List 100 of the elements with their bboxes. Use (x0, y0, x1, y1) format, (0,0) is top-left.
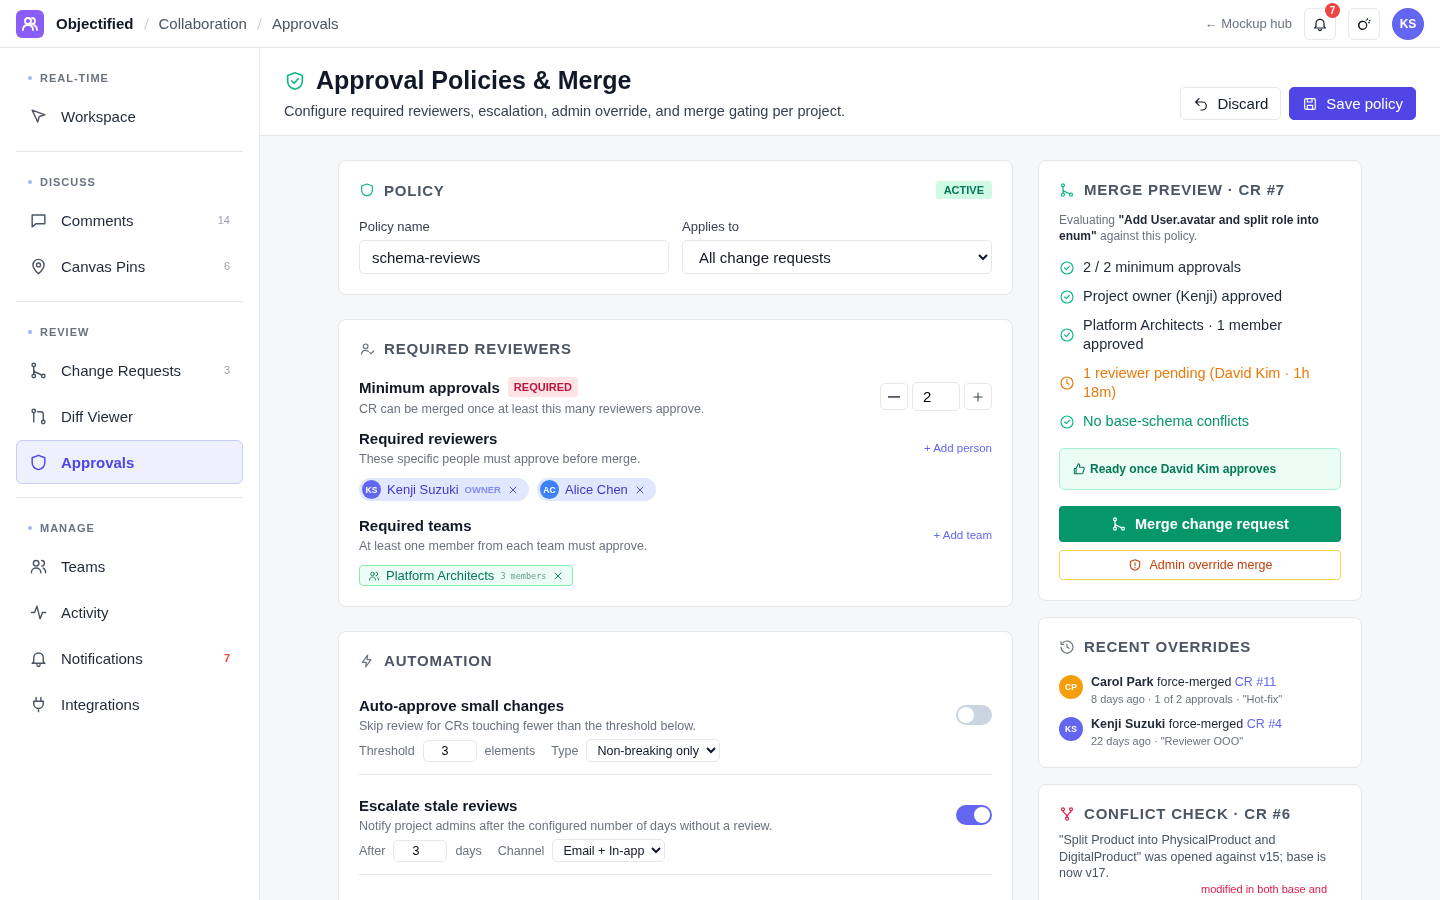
number-field[interactable]: 3 (422, 739, 477, 762)
setting-description: At least one member from each team must approve. (359, 539, 648, 553)
nav-item[interactable]: Activity (16, 590, 243, 634)
override-text: Carol Park force-merged CR #11 (1091, 675, 1278, 690)
user-avatar[interactable]: KS (1392, 7, 1424, 40)
shield-icon (359, 182, 375, 198)
history-icon (1059, 638, 1075, 655)
unit-label: elements (484, 743, 536, 758)
number-field[interactable]: 3 (393, 839, 448, 862)
save-icon (1302, 95, 1319, 112)
check-text: Platform Architects · 1 member approved (1083, 315, 1284, 355)
shield-check-icon (284, 69, 306, 92)
section-label: MANAGE (16, 516, 243, 544)
notification-count: 7 (1325, 2, 1340, 18)
check-circle-icon (1059, 413, 1075, 430)
nav-icon (29, 452, 48, 472)
field-label: Threshold (359, 743, 415, 758)
check-text: 2 / 2 minimum approvals (1083, 258, 1241, 278)
nav-item[interactable]: Workspace (16, 94, 243, 138)
check-text: Project owner (Kenji) approved (1083, 286, 1283, 306)
plus-icon (971, 389, 985, 404)
reviewer-name: Alice Chen (564, 482, 628, 497)
policy-name-field[interactable]: schema-reviews (359, 240, 669, 274)
nav-item[interactable]: Comments 14 (16, 198, 243, 242)
member-count: 3 members (500, 570, 547, 581)
user-avatar: CP (1059, 675, 1083, 700)
section-label: REVIEW (16, 320, 243, 348)
reviewer-avatar: KS (362, 480, 381, 499)
change-request-link[interactable]: CR #11 (1234, 675, 1277, 690)
toggle-switch[interactable] (956, 705, 992, 725)
nav-item[interactable]: Notifications 7 (16, 636, 243, 680)
add-person-link[interactable]: + Add person (923, 442, 992, 454)
evaluation-text: Evaluating "Add User.avatar and split role into enum" against this policy. (1059, 212, 1320, 245)
role-label: OWNER (464, 484, 501, 495)
undo-icon (1193, 95, 1210, 112)
section-label: REAL-TIME (16, 66, 243, 94)
lightning-icon (359, 652, 375, 669)
conflict-description: "Split Product into PhysicalProduct and DigitalProduct" was opened against v15; base is now v17. (1059, 832, 1328, 882)
thumbs-up-icon (1072, 462, 1086, 477)
card-title: CONFLICT CHECK · CR #6 (1084, 805, 1292, 823)
minimum-approvals-field[interactable]: 2 (912, 382, 960, 411)
save-button[interactable]: Save policy (1289, 87, 1416, 120)
setting-title: Escalate stale reviews (359, 797, 519, 814)
option-select[interactable]: Email + In-app (552, 839, 666, 862)
shield-alert-icon (1127, 558, 1142, 573)
nav-icon (29, 406, 48, 426)
clock-icon (1059, 375, 1075, 392)
decrement-button[interactable] (880, 383, 908, 410)
setting-title: Required reviewers (359, 430, 499, 447)
nav-item[interactable]: Approvals (16, 440, 243, 484)
option-select[interactable]: Non-breaking only (586, 739, 721, 762)
nav-item[interactable]: Integrations (16, 682, 243, 726)
conflict-note: modified in both base and (1200, 883, 1328, 896)
increment-button[interactable] (964, 383, 992, 410)
setting-description: Skip review for CRs touching fewer than the threshold below. (359, 719, 696, 733)
breadcrumb-link[interactable]: Approvals (271, 15, 339, 32)
users-icon (368, 569, 380, 582)
theme-icon (1356, 15, 1372, 32)
unit-label: days (455, 843, 482, 858)
setting-description: Notify project admins after the configured number of days without a review. (359, 819, 773, 833)
field-label: Type (551, 743, 579, 758)
field-label: Policy name (359, 219, 431, 234)
logo-icon (16, 9, 44, 38)
applies-to-select[interactable]: All change requests (682, 240, 992, 274)
nav-item[interactable]: Change Requests 3 (16, 348, 243, 392)
field-label: Applies to (682, 219, 741, 234)
toggle-switch[interactable] (956, 805, 992, 825)
page-title: Approval Policies & Merge (316, 66, 632, 95)
required-badge: REQUIRED (507, 377, 578, 397)
check-text: 1 reviewer pending (David Kim · 1h 18m) (1083, 363, 1311, 403)
override-text: Kenji Suzuki force-merged CR #4 (1091, 717, 1283, 732)
user-avatar: KS (1059, 717, 1083, 742)
page-subtitle: Configure required reviewers, escalation, admin override, and merge gating per project. (284, 103, 845, 119)
status-badge: ACTIVE (935, 181, 992, 199)
section-label: DISCUSS (16, 170, 243, 198)
override-meta: 22 days ago · "Reviewer OOO" (1091, 735, 1245, 748)
nav-item[interactable]: Teams (16, 544, 243, 588)
nav-item[interactable]: Diff Viewer (16, 394, 243, 438)
hub-link[interactable]: ← Mockup hub (1204, 16, 1292, 31)
breadcrumb-link[interactable]: Collaboration (158, 15, 247, 32)
setting-description: CR can be merged once at least this many reviewers approve. (359, 402, 705, 416)
override-meta: 8 days ago · 1 of 2 approvals · "Hot-fix" (1091, 693, 1283, 706)
fork-icon (1059, 805, 1075, 822)
card-title: AUTOMATION (384, 652, 494, 669)
check-circle-icon (1059, 288, 1075, 305)
override-button[interactable]: Admin override merge (1059, 550, 1341, 581)
theme-button[interactable] (1348, 7, 1380, 40)
nav-icon (29, 360, 48, 380)
add-team-link[interactable]: + Add team (933, 529, 992, 541)
ready-text: Ready once David Kim approves (1090, 462, 1277, 477)
discard-button[interactable]: Discard (1180, 87, 1282, 120)
setting-description: These specific people must approve before merge. (359, 452, 641, 466)
card-title: RECENT OVERRIDES (1084, 638, 1252, 656)
setting-title: Auto-approve small changes (359, 697, 566, 714)
change-request-link[interactable]: CR #4 (1246, 717, 1283, 732)
nav-item[interactable]: Canvas Pins 6 (16, 244, 243, 288)
user-check-icon (359, 340, 375, 357)
merge-button[interactable]: Merge change request (1059, 506, 1341, 543)
setting-title: Minimum approvals (359, 378, 500, 396)
card-title: MERGE PREVIEW · CR #7 (1084, 181, 1286, 198)
